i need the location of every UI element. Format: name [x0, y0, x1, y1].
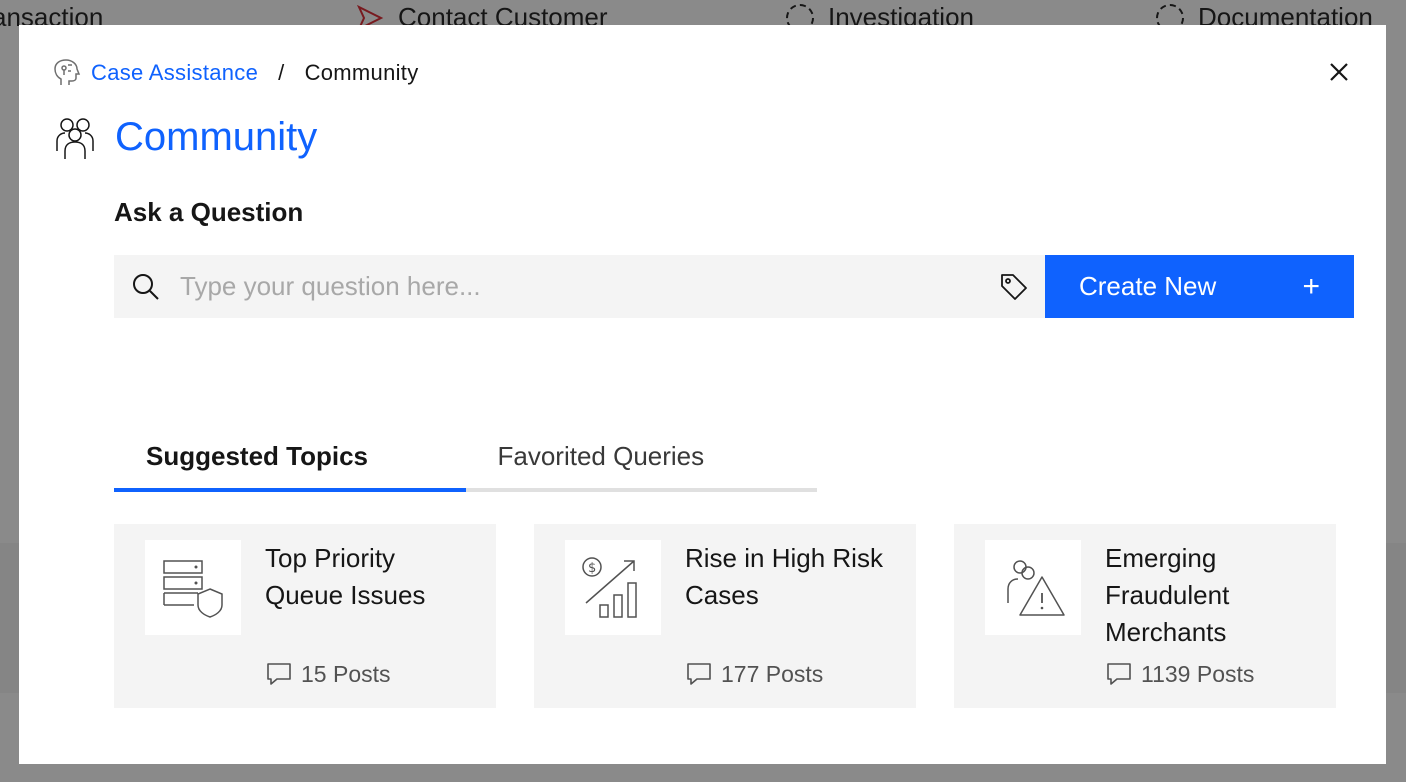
- ask-question-label: Ask a Question: [114, 197, 304, 227]
- page-title: Community: [115, 114, 318, 159]
- breadcrumb-separator: /: [278, 60, 285, 85]
- tab-suggested-topics[interactable]: Suggested Topics: [114, 435, 466, 492]
- card-title: Rise in High Risk Cases: [685, 543, 883, 610]
- post-count-label: 177 Posts: [721, 660, 824, 687]
- topic-cards: Top Priority Queue Issues 15 Posts $ Ris…: [114, 524, 1336, 708]
- topic-card-high-risk[interactable]: $ Rise in High Risk Cases 177 Posts: [534, 524, 916, 708]
- server-shield-icon: [163, 559, 223, 618]
- title-row: Community: [51, 113, 317, 161]
- card-title: Emerging Fraudulent Merchants: [1105, 543, 1230, 647]
- card-thumbnail: [985, 540, 1081, 635]
- tag-icon[interactable]: [999, 272, 1029, 302]
- close-icon[interactable]: [1326, 59, 1352, 85]
- user-warning-icon: [1007, 559, 1065, 616]
- community-icon: [56, 118, 94, 159]
- create-new-label: Create New: [1079, 271, 1217, 301]
- growth-chart-icon: $: [582, 556, 637, 618]
- card-post-count: 177 Posts: [685, 660, 823, 688]
- card-thumbnail: $: [565, 540, 661, 635]
- topic-card-fraudulent-merchants[interactable]: Emerging Fraudulent Merchants 1139 Posts: [954, 524, 1336, 708]
- create-new-button[interactable]: Create New +: [1045, 255, 1354, 318]
- post-count-label: 1139 Posts: [1141, 660, 1255, 687]
- plus-icon: +: [1302, 269, 1320, 303]
- card-thumbnail: [145, 540, 241, 635]
- card-post-count: 15 Posts: [265, 660, 391, 688]
- question-search-box: [114, 255, 1045, 318]
- chat-bubble-icon: [267, 663, 291, 685]
- community-modal: Case Assistance / Community Community As…: [19, 25, 1386, 764]
- svg-text:$: $: [588, 561, 596, 576]
- chat-bubble-icon: [1107, 663, 1131, 685]
- card-post-count: 1139 Posts: [1105, 660, 1254, 688]
- topic-tabs: Suggested Topics Favorited Queries: [114, 435, 817, 492]
- breadcrumb: Case Assistance / Community: [51, 57, 419, 89]
- topic-card-top-priority[interactable]: Top Priority Queue Issues 15 Posts: [114, 524, 496, 708]
- card-title: Top Priority Queue Issues: [265, 543, 426, 610]
- question-input[interactable]: [180, 255, 999, 318]
- chat-bubble-icon: [687, 663, 711, 685]
- tab-favorited-queries[interactable]: Favorited Queries: [466, 435, 818, 488]
- breadcrumb-link-case-assistance[interactable]: Case Assistance: [91, 60, 258, 86]
- post-count-label: 15 Posts: [301, 660, 391, 687]
- search-icon: [133, 273, 159, 300]
- ai-head-icon: [54, 59, 81, 85]
- breadcrumb-current: Community: [304, 60, 419, 85]
